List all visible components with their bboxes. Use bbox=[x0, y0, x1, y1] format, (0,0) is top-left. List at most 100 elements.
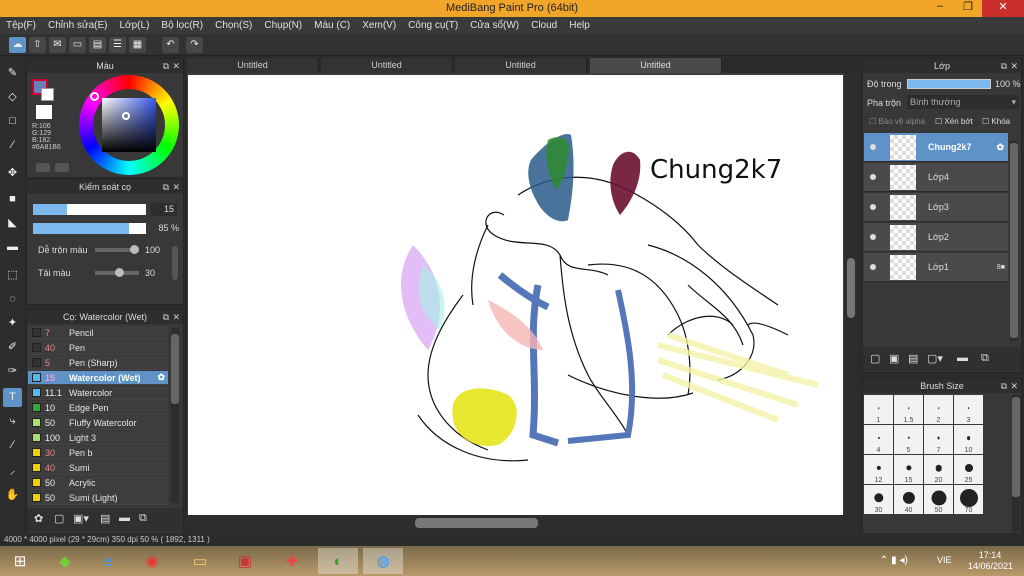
menu-view[interactable]: Xem(V) bbox=[362, 20, 396, 31]
blend-slider[interactable] bbox=[95, 245, 139, 254]
brush-size-cell[interactable]: 20 bbox=[924, 455, 953, 484]
brush-size-cell[interactable]: 70 bbox=[954, 485, 983, 514]
brush-item[interactable]: 10 Edge Pen bbox=[28, 401, 168, 415]
chrome-icon[interactable]: ◉ bbox=[132, 548, 172, 574]
lasso-tool-icon[interactable]: ◌ bbox=[3, 290, 22, 309]
new-brush-icon[interactable]: ▢ bbox=[54, 512, 64, 525]
new-layer-icon[interactable]: ▢ bbox=[870, 352, 880, 365]
brush-doc-icon[interactable]: ▤ bbox=[100, 512, 110, 525]
new-8bit-layer-icon[interactable]: ▤ bbox=[908, 352, 918, 365]
firealpaca-icon[interactable]: ◐ bbox=[318, 548, 358, 574]
sv-cursor[interactable] bbox=[122, 112, 130, 120]
layer-row[interactable]: Lớp3 bbox=[864, 193, 1008, 222]
folder-icon[interactable]: ▬ bbox=[119, 512, 130, 524]
tab-untitled-2[interactable]: Untitled bbox=[321, 58, 453, 73]
undo-icon[interactable]: ↶ bbox=[162, 37, 179, 53]
menu-cloud[interactable]: Cloud bbox=[531, 20, 557, 31]
brush-size-cell[interactable]: 4 bbox=[864, 425, 893, 454]
menu-color[interactable]: Màu (C) bbox=[314, 20, 350, 31]
visibility-icon[interactable] bbox=[870, 264, 876, 270]
brush-size-cell[interactable]: 2 bbox=[924, 395, 953, 424]
horizontal-scrollbar[interactable] bbox=[187, 515, 858, 531]
bucket-tool-icon[interactable]: ◣ bbox=[3, 214, 22, 233]
amount-slider[interactable] bbox=[95, 268, 139, 277]
layer-opacity-slider[interactable] bbox=[907, 79, 991, 89]
close-icon[interactable]: ✕ bbox=[1010, 59, 1018, 73]
eyedropper-icon[interactable]: ⁄ bbox=[3, 436, 22, 455]
expand-icon[interactable]: ⧉ bbox=[1001, 59, 1007, 73]
layer-row[interactable]: Chung2k7 ✿ bbox=[864, 133, 1008, 162]
brush-item[interactable]: 100 Light 3 bbox=[28, 431, 168, 445]
add-brush-icon[interactable]: ✿ bbox=[34, 512, 43, 525]
brush-item[interactable]: 15 Watercolor (Wet) ✿ bbox=[28, 371, 168, 385]
clip-checkbox[interactable]: ☐ Xén bớt bbox=[935, 117, 973, 126]
operation-tool-icon[interactable]: ⤷ bbox=[3, 412, 22, 431]
brush-size-cell[interactable]: 40 bbox=[894, 485, 923, 514]
size-scrollbar[interactable] bbox=[1012, 395, 1020, 532]
close-icon[interactable]: ✕ bbox=[172, 310, 180, 324]
palette-add-icon[interactable] bbox=[36, 163, 50, 172]
brush-size-cell[interactable]: 25 bbox=[954, 455, 983, 484]
brush-tool-icon[interactable]: ✎ bbox=[3, 64, 22, 83]
layer-scrollbar[interactable] bbox=[1010, 141, 1018, 341]
drawing-canvas[interactable]: Chung2k7 bbox=[188, 75, 843, 515]
close-button[interactable]: ✕ bbox=[982, 0, 1024, 17]
windows-start-icon[interactable]: ⊞ bbox=[0, 548, 40, 574]
hue-wheel[interactable] bbox=[79, 75, 179, 175]
comment-icon[interactable]: ▭ bbox=[69, 37, 86, 53]
close-icon[interactable]: ✕ bbox=[172, 180, 180, 194]
dot-tool-icon[interactable]: ⁄ bbox=[3, 136, 22, 155]
file-explorer-icon[interactable]: ▭ bbox=[180, 548, 220, 574]
text-tool-icon[interactable]: T bbox=[3, 388, 22, 407]
grid-icon[interactable]: ▦ bbox=[129, 37, 146, 53]
hue-cursor[interactable] bbox=[90, 92, 99, 101]
expand-icon[interactable]: ⧉ bbox=[163, 59, 169, 73]
menu-filter[interactable]: Bộ lọc(R) bbox=[161, 20, 203, 31]
brush-size-cell[interactable]: 10 bbox=[954, 425, 983, 454]
brush-size-cell[interactable]: 15 bbox=[894, 455, 923, 484]
brush-size-cell[interactable]: 30 bbox=[864, 485, 893, 514]
eraser-tool-icon[interactable]: ◇ bbox=[3, 88, 22, 107]
brush-item[interactable]: 50 Sumi (Light) bbox=[28, 491, 168, 505]
new-halftone-layer-icon[interactable]: ▣ bbox=[889, 352, 899, 365]
gradient-tool-icon[interactable]: ▬ bbox=[3, 238, 22, 257]
visibility-icon[interactable] bbox=[870, 234, 876, 240]
saturation-square[interactable] bbox=[102, 98, 156, 152]
visibility-icon[interactable] bbox=[870, 204, 876, 210]
brush-scrollbar[interactable] bbox=[171, 328, 179, 503]
brush-size-cell[interactable]: 50 bbox=[924, 485, 953, 514]
brush-item[interactable]: 5 Pen (Sharp) bbox=[28, 356, 168, 370]
brush-size-cell[interactable]: 3 bbox=[954, 395, 983, 424]
copy-icon[interactable]: ⧉ bbox=[139, 512, 147, 525]
menu-select[interactable]: Chọn(S) bbox=[215, 20, 252, 31]
brush-size-slider[interactable] bbox=[33, 204, 146, 215]
dropper2-icon[interactable]: ⸝ bbox=[3, 462, 22, 481]
brush-size-cell[interactable]: 1 bbox=[864, 395, 893, 424]
list-icon[interactable]: ☰ bbox=[109, 37, 126, 53]
tray-icons[interactable]: ⌃ ▮ ◂) bbox=[880, 555, 908, 566]
lock-checkbox[interactable]: ☐ Khóa bbox=[982, 117, 1010, 126]
layer-row[interactable]: Lớp1 8■ bbox=[864, 253, 1008, 282]
opacity-slider[interactable] bbox=[33, 223, 146, 234]
tab-untitled-3[interactable]: Untitled bbox=[455, 58, 587, 73]
menu-snap[interactable]: Chụp(N) bbox=[264, 20, 302, 31]
language-indicator[interactable]: VIE bbox=[937, 555, 952, 565]
brush-item[interactable]: 11.1 Watercolor bbox=[28, 386, 168, 400]
magic-wand-icon[interactable]: ✦ bbox=[3, 314, 22, 333]
fill-rect-icon[interactable]: ■ bbox=[3, 190, 22, 209]
protect-alpha-checkbox[interactable]: ☐ Bảo vệ alpha bbox=[869, 117, 925, 126]
folder-icon[interactable]: ▬ bbox=[957, 352, 968, 364]
brush-size-cell[interactable]: 1.5 bbox=[894, 395, 923, 424]
hand-tool-icon[interactable]: ✋ bbox=[3, 486, 22, 505]
upload-icon[interactable]: ⇧ bbox=[29, 37, 46, 53]
brush-menu-icon[interactable]: ▣▾ bbox=[73, 512, 89, 525]
brush-item[interactable]: 50 Acrylic bbox=[28, 476, 168, 490]
duplicate-icon[interactable]: ⧉ bbox=[981, 352, 989, 365]
brush-item[interactable]: 50 Fluffy Watercolor bbox=[28, 416, 168, 430]
clock[interactable]: 17:14 14/06/2021 bbox=[968, 550, 1013, 572]
medibang-icon[interactable]: ◍ bbox=[363, 548, 403, 574]
menu-tools[interactable]: Công cụ(T) bbox=[408, 20, 458, 31]
menu-window[interactable]: Cửa sổ(W) bbox=[470, 20, 519, 31]
rect-tool-icon[interactable]: □ bbox=[3, 112, 22, 131]
vertical-scrollbar[interactable] bbox=[844, 73, 858, 515]
